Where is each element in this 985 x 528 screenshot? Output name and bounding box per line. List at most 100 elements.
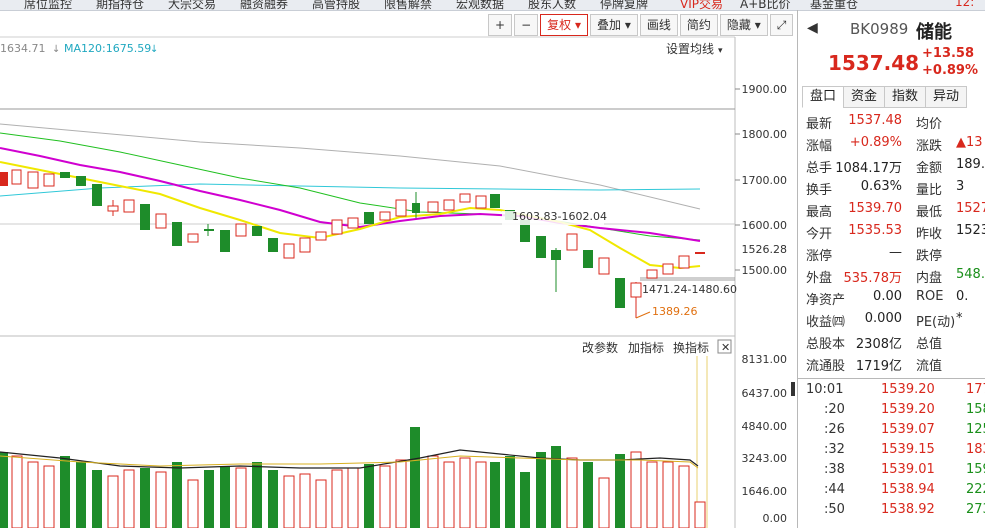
nav-item[interactable]: 限售解禁 <box>384 0 432 10</box>
fuquan-label: 复权 <box>547 18 572 32</box>
quote-label: 今开 <box>806 227 833 242</box>
candle <box>315 231 327 241</box>
tab-zijin[interactable]: 资金 <box>843 86 886 108</box>
hide-button[interactable]: 隐藏 ▾ <box>719 14 768 36</box>
quote-code: BK0989 <box>850 20 909 38</box>
quote-label: 外盘 <box>806 271 833 286</box>
ma-settings-button[interactable]: 设置均线 <box>666 42 714 56</box>
quote-label: 换手 <box>806 183 833 198</box>
nav-item[interactable]: VIP交易 <box>680 0 723 10</box>
add-indicator-button[interactable]: 加指标 <box>628 340 664 355</box>
candle <box>583 250 593 268</box>
candle <box>490 194 500 208</box>
quote-label: 涨跌 <box>916 139 943 154</box>
candle <box>459 193 471 203</box>
candle <box>92 184 102 206</box>
tick-volume: 125 <box>966 422 985 437</box>
nav-item[interactable]: 停牌复牌 <box>600 0 648 10</box>
simple-mode-button[interactable]: 简约 <box>679 14 718 36</box>
price-tick: 1800.00 <box>742 128 788 141</box>
annotation-gap: 1471.24-1480.60 <box>642 283 737 296</box>
back-arrow-icon[interactable]: ◀ <box>807 20 818 36</box>
overlay-button[interactable]: 叠加 ▾ <box>590 14 638 36</box>
nav-item[interactable]: 宏观数据 <box>456 0 504 10</box>
change-params-button[interactable]: 改参数 <box>582 340 618 355</box>
candle <box>235 223 247 237</box>
volume-bar <box>268 470 278 528</box>
tab-pankou[interactable]: 盘口 <box>802 86 845 108</box>
switch-indicator-button[interactable]: 换指标 <box>673 340 709 355</box>
quote-value: 1084.17万 <box>835 161 902 176</box>
volume-bar <box>0 452 8 528</box>
volume-tick: 8131.00 <box>742 353 788 366</box>
tick-volume: 158 <box>966 402 985 417</box>
nav-item[interactable]: 股东人数 <box>528 0 576 10</box>
zoom-in-button[interactable]: + <box>488 14 513 36</box>
quote-label: 总值 <box>916 337 943 352</box>
nav-item[interactable]: 高管持股 <box>312 0 360 10</box>
price-tick: 1700.00 <box>742 174 788 187</box>
volume-bar <box>11 455 23 528</box>
volume-tick: 0.00 <box>763 512 788 525</box>
candle <box>331 219 343 235</box>
divider <box>798 378 985 379</box>
candle <box>630 282 642 298</box>
quote-row: 今开 1535.53 昨收 1523 <box>806 223 985 245</box>
annotation-high: 1603.83-1602.04 <box>512 210 607 223</box>
volume-bar <box>331 469 343 528</box>
volume-bars <box>0 427 706 528</box>
quote-value: ▲13 <box>956 135 983 150</box>
tick-time: :44 <box>824 482 845 497</box>
volume-bar <box>172 462 182 528</box>
collapse-panel-button[interactable] <box>791 382 795 396</box>
volume-tick: 3243.00 <box>742 452 788 465</box>
quote-row: 最新 1537.48 均价 <box>806 113 985 135</box>
quote-label: 涨幅 <box>806 139 833 154</box>
chevron-down-icon: ▾ <box>754 18 761 32</box>
volume-bar <box>630 451 642 528</box>
tab-zhishu[interactable]: 指数 <box>884 86 927 108</box>
price-axis: 1900.00 1800.00 1700.00 1600.00 1526.28 … <box>735 83 787 277</box>
candle <box>475 195 487 209</box>
quote-row: 涨幅 +0.89% 涨跌 ▲13 <box>806 135 985 157</box>
volume-bar <box>646 461 658 528</box>
volume-bar <box>459 457 471 528</box>
volume-bar <box>235 467 247 528</box>
quote-value: +0.89% <box>849 135 902 150</box>
kline-chart[interactable]: 1900.00 1800.00 1700.00 1600.00 1526.28 … <box>0 36 795 528</box>
nav-item-extra: 12: <box>955 0 975 9</box>
fuquan-button[interactable]: 复权 ▾ <box>540 14 588 36</box>
tab-yidong[interactable]: 异动 <box>925 86 968 108</box>
volume-tick: 6437.00 <box>742 387 788 400</box>
quote-row: 流通股 1719亿 流值 <box>806 355 985 377</box>
ma-label: 1634.71 <box>0 42 46 55</box>
chevron-down-icon: ▾ <box>624 18 631 32</box>
candle <box>347 217 359 229</box>
quote-row: 收益㈣ 0.000 PE(动) * <box>806 311 985 333</box>
draw-line-button[interactable]: 画线 <box>639 14 678 36</box>
volume-bar <box>490 462 500 528</box>
zoom-out-button[interactable]: − <box>514 14 539 36</box>
expand-icon[interactable]: ⤢ <box>769 14 794 36</box>
nav-item[interactable]: 席位监控 <box>24 0 72 10</box>
candle <box>76 176 86 186</box>
quote-value: 1537.48 <box>848 113 902 128</box>
candle <box>536 236 546 258</box>
nav-item[interactable]: 融资融券 <box>240 0 288 10</box>
tick-row: :26 1539.07 125 <box>806 422 985 442</box>
quote-value: 1539.70 <box>848 201 902 216</box>
candle <box>598 257 610 275</box>
nav-item[interactable]: A+B比价 <box>740 0 791 10</box>
quote-label: 总手 <box>806 161 833 176</box>
quote-row: 换手 0.63% 量比 3 <box>806 179 985 201</box>
quote-row: 外盘 535.78万内盘 548.3 <box>806 267 985 289</box>
candle <box>0 172 8 186</box>
tick-row: :38 1539.01 159 <box>806 462 985 482</box>
candle <box>220 230 230 252</box>
nav-item[interactable]: 大宗交易 <box>168 0 216 10</box>
candle <box>140 204 150 230</box>
nav-item[interactable]: 期指持仓 <box>96 0 144 10</box>
candle <box>123 199 135 213</box>
quote-label: 流值 <box>916 359 943 374</box>
tick-row: :44 1538.94 222 <box>806 482 985 502</box>
